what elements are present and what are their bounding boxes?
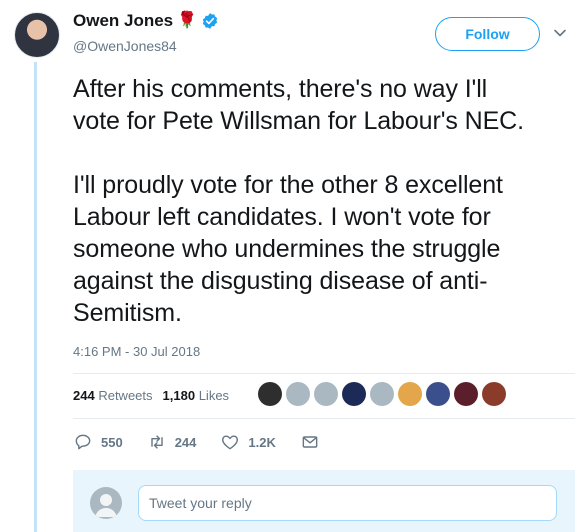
verified-badge-icon [202, 13, 218, 29]
retweet-icon [150, 435, 163, 449]
thread-line [34, 62, 37, 532]
liker-avatar[interactable] [258, 382, 282, 406]
divider [73, 418, 575, 419]
retweet-action[interactable]: 244 [147, 432, 197, 452]
reply-action[interactable]: 550 [73, 432, 123, 452]
tweet-text: After his comments, there's no way I'll … [73, 75, 524, 327]
envelope-icon [302, 436, 318, 448]
liker-avatar[interactable] [398, 382, 422, 406]
user-silhouette-icon [95, 494, 117, 517]
author-name-row: Owen Jones 🌹 [73, 11, 219, 31]
retweets-stat[interactable]: 244 Retweets [73, 388, 153, 403]
like-count: 1.2K [248, 434, 276, 450]
author-handle[interactable]: @OwenJones84 [73, 38, 177, 54]
likes-stat[interactable]: 1,180 Likes [163, 388, 230, 403]
chevron-down-icon[interactable] [553, 26, 567, 40]
divider [73, 373, 575, 374]
tweet-stats: 244 Retweets 1,180 Likes [73, 388, 229, 403]
liker-avatar[interactable] [370, 382, 394, 406]
author-name[interactable]: Owen Jones [73, 11, 173, 31]
rose-icon: 🌹 [177, 12, 198, 29]
tweet-timestamp[interactable]: 4:16 PM - 30 Jul 2018 [73, 344, 200, 359]
liker-avatar[interactable] [426, 382, 450, 406]
liker-avatar[interactable] [286, 382, 310, 406]
liker-avatar[interactable] [454, 382, 478, 406]
liker-avatars [258, 382, 506, 406]
retweets-label: Retweets [98, 388, 153, 403]
reply-icon [75, 434, 91, 450]
tweet-actions: 550 244 1.2K [73, 432, 344, 452]
user-avatar [90, 487, 122, 519]
liker-avatar[interactable] [482, 382, 506, 406]
direct-message-action[interactable] [300, 432, 320, 452]
retweets-count: 244 [73, 388, 95, 403]
retweet-count: 244 [174, 434, 197, 450]
liker-avatar[interactable] [342, 382, 366, 406]
reply-count: 550 [101, 434, 123, 450]
reply-input[interactable] [138, 485, 557, 521]
follow-button[interactable]: Follow [435, 17, 540, 51]
like-action[interactable]: 1.2K [220, 432, 276, 452]
likes-count: 1,180 [162, 388, 196, 403]
author-avatar[interactable] [14, 12, 60, 58]
likes-label: Likes [198, 388, 230, 403]
heart-icon [222, 435, 239, 450]
liker-avatar[interactable] [314, 382, 338, 406]
